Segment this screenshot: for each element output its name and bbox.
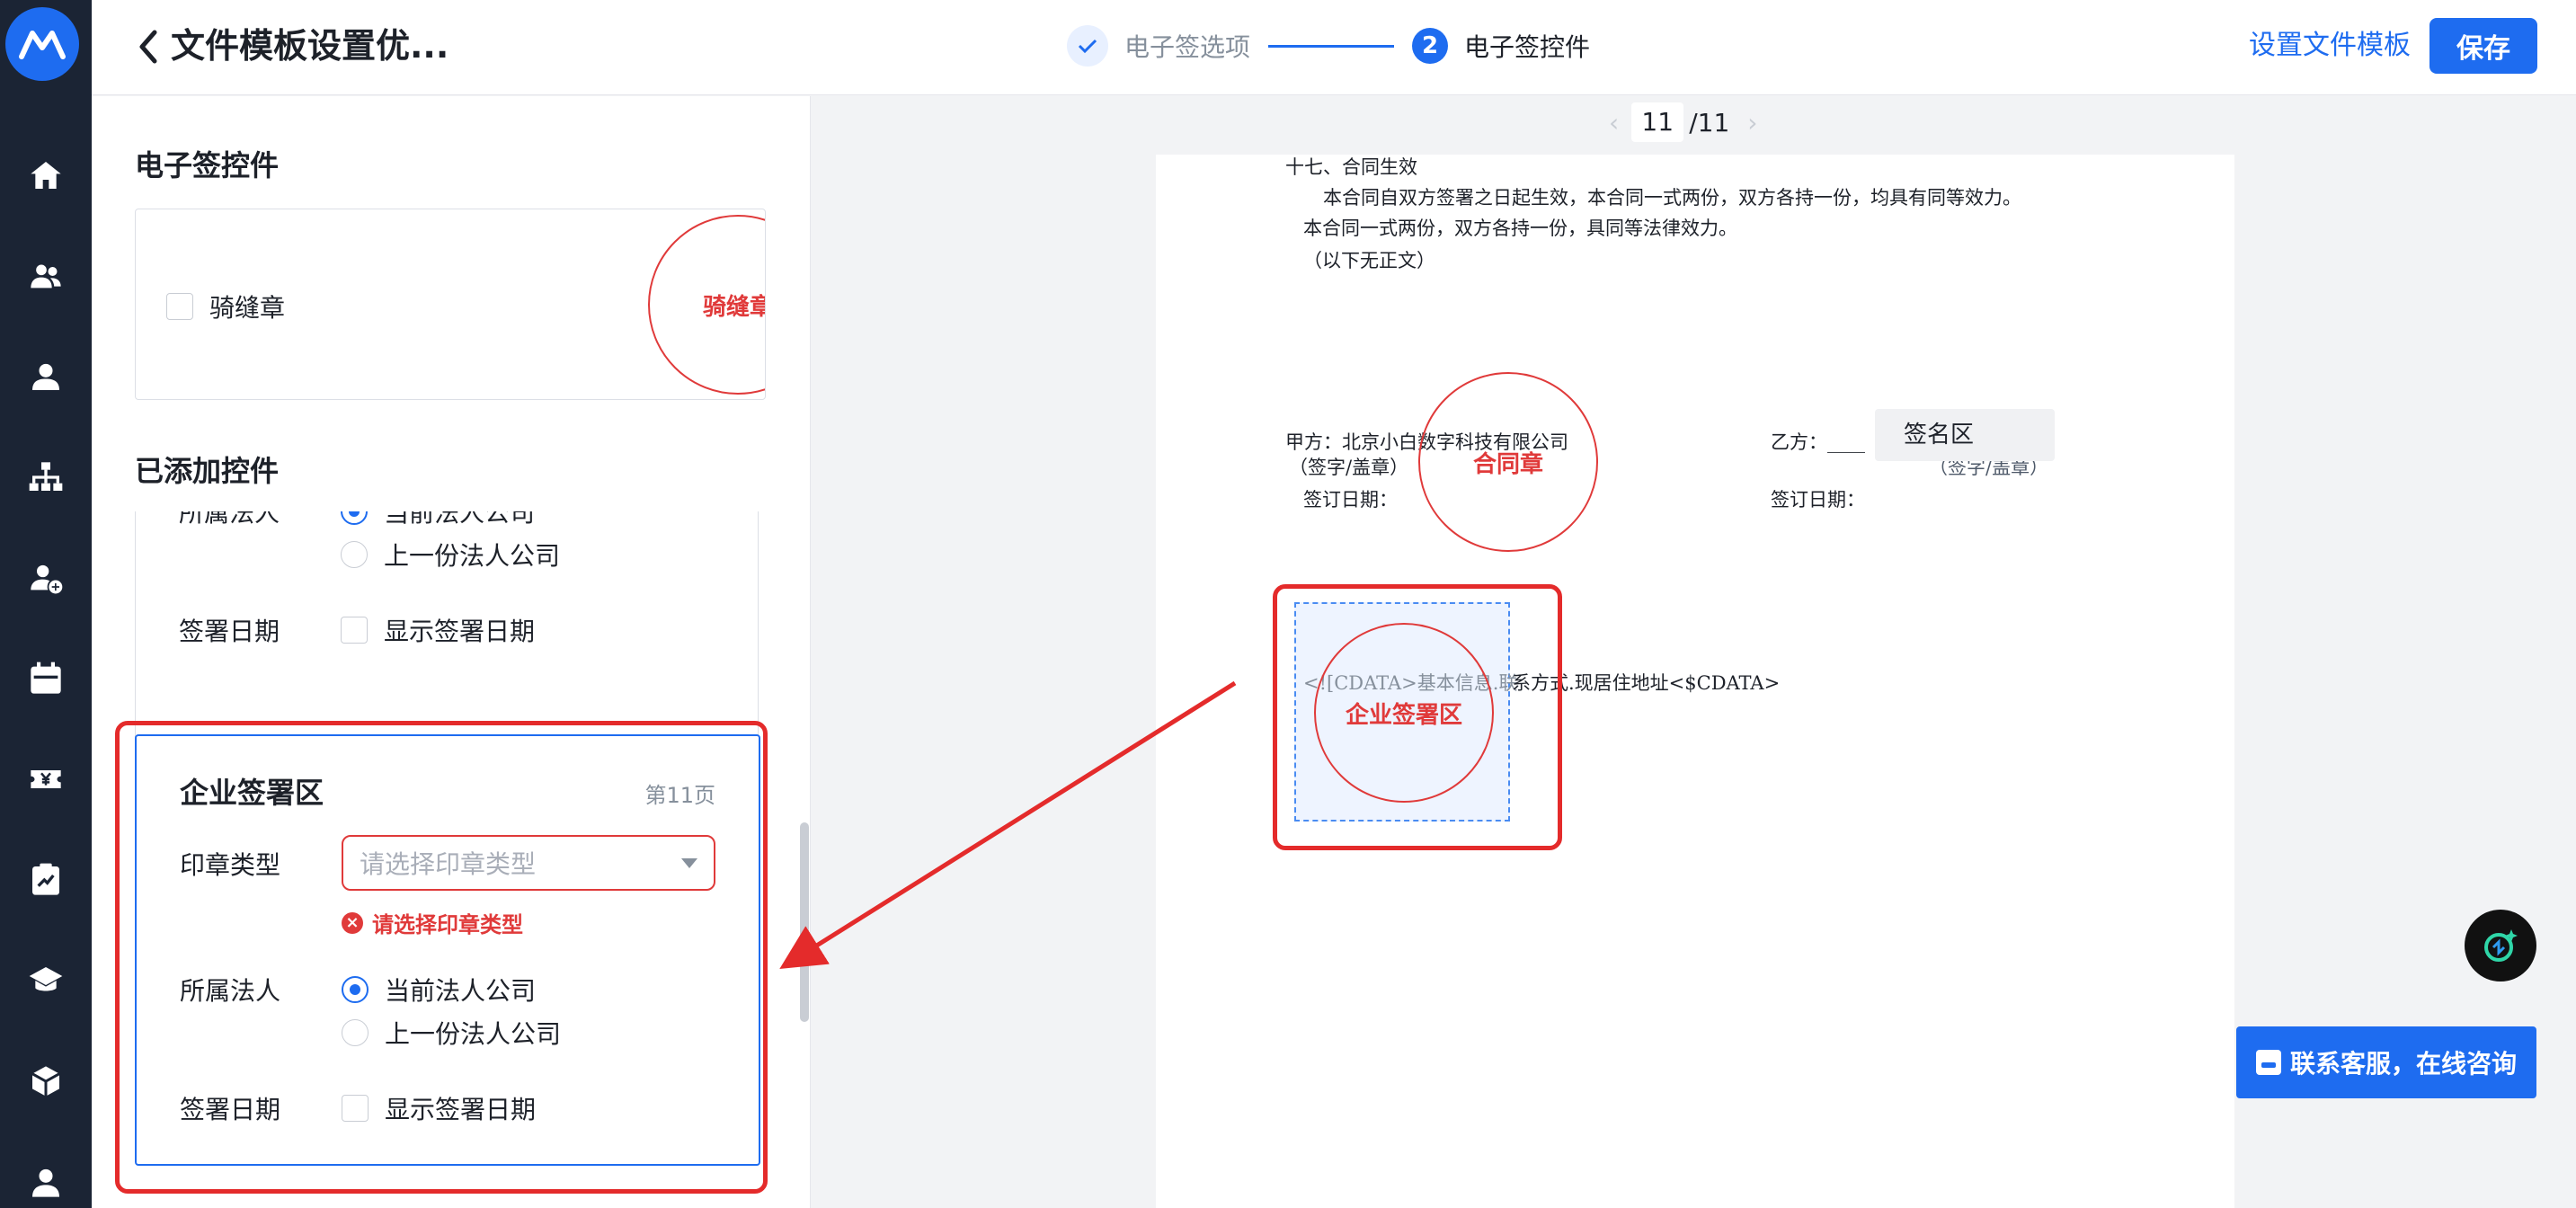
step-indicator: 电子签选项 2 电子签控件	[1067, 23, 1590, 68]
prev-date-label: 签署日期	[179, 617, 280, 646]
prev-legal-option-current: 当前法人公司	[384, 511, 536, 528]
seam-seal-label: 骑缝章	[209, 293, 286, 323]
step-done-check-icon	[1067, 25, 1108, 67]
calendar-icon[interactable]	[0, 647, 92, 710]
prev-legal-option-prev: 上一份法人公司	[384, 541, 561, 571]
report-icon[interactable]	[0, 848, 92, 911]
org-icon[interactable]	[0, 446, 92, 509]
doc-line-1: 十七、合同生效	[1285, 156, 1417, 178]
chat-icon	[2255, 1050, 2281, 1075]
party-b: 乙方：____	[1771, 431, 1865, 453]
sign-zone[interactable]: 签名区	[1875, 409, 2055, 461]
prev-legal-label: 所属法人	[179, 511, 280, 528]
education-icon[interactable]	[0, 949, 92, 1012]
step-2-number: 2	[1412, 28, 1449, 64]
next-page-icon[interactable]: ›	[1747, 108, 1757, 138]
support-label: 联系客服，在线咨询	[2289, 1049, 2517, 1079]
prev-date-checkbox[interactable]	[341, 617, 368, 644]
page-header: 文件模板设置优... 电子签选项 2 电子签控件 设置文件模板 保存	[92, 0, 2576, 95]
party-b-date: 签订日期：	[1771, 489, 1865, 511]
page-title: 文件模板设置优...	[171, 26, 449, 66]
add-user-icon[interactable]	[0, 546, 92, 609]
save-button[interactable]: 保存	[2429, 18, 2537, 74]
step-2-label: 电子签控件	[1464, 32, 1591, 62]
support-button[interactable]: 联系客服，在线咨询	[2236, 1026, 2536, 1098]
page-current[interactable]: 11	[1631, 102, 1684, 142]
yen-icon[interactable]	[0, 748, 92, 811]
set-template-link[interactable]: 设置文件模板	[2249, 27, 2411, 65]
back-chevron-icon[interactable]	[128, 25, 167, 68]
profile-icon[interactable]	[0, 1150, 92, 1208]
doc-line-4: （以下无正文）	[1303, 250, 1435, 271]
step-1-label: 电子签选项	[1124, 32, 1251, 62]
seam-seal-checkbox[interactable]	[166, 293, 193, 320]
prev-legal-radio-prev[interactable]	[341, 541, 368, 568]
doc-line-3: 本合同一式两份，双方各持一份，具同等法律效力。	[1303, 218, 1737, 239]
prev-legal-radio-current[interactable]	[341, 511, 368, 525]
widgets-section-title: 电子签控件	[135, 148, 280, 182]
seam-seal-stamp: 骑缝章	[648, 215, 765, 395]
step-connector	[1268, 44, 1395, 48]
page-total: /11	[1689, 107, 1730, 138]
party-a-date: 签订日期：	[1303, 489, 1398, 511]
doc-line-2: 本合同自双方签署之日起生效，本合同一式两份，双方各持一份，均具有同等效力。	[1323, 187, 2021, 209]
user-icon[interactable]	[0, 345, 92, 408]
annotation-frame-card	[115, 721, 768, 1194]
logo-icon[interactable]	[5, 7, 79, 81]
prev-page-icon[interactable]: ‹	[1609, 108, 1619, 138]
home-icon[interactable]	[0, 144, 92, 207]
panel-scrollbar[interactable]	[800, 822, 809, 1022]
seam-seal-widget[interactable]: 骑缝章 骑缝章	[135, 209, 766, 400]
ai-assistant-icon[interactable]	[2465, 910, 2536, 982]
annotation-frame-zone	[1273, 584, 1562, 850]
nav-rail	[0, 0, 92, 1208]
added-section-title: 已添加控件	[135, 454, 280, 488]
party-a-sign: （签字/盖章）	[1289, 457, 1409, 478]
team-icon[interactable]	[0, 244, 92, 307]
prev-date-option: 显示签署日期	[384, 617, 536, 646]
page-pager: ‹ 11 /11 ›	[1609, 101, 1757, 144]
box-icon[interactable]	[0, 1050, 92, 1113]
contract-stamp[interactable]: 合同章	[1418, 372, 1598, 552]
